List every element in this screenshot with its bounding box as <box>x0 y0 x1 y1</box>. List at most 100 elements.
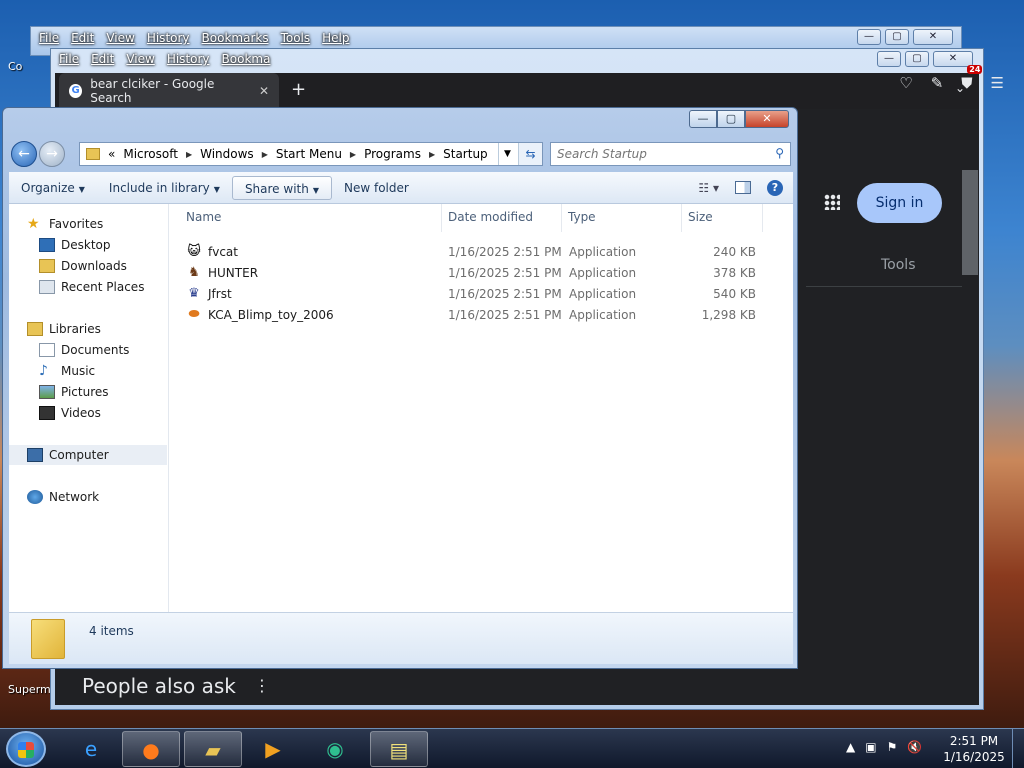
minimize-button[interactable]: — <box>689 110 717 128</box>
windows-logo-icon <box>18 742 34 758</box>
media-player-taskbar-button[interactable]: ▶ <box>244 731 302 767</box>
address-dropdown-icon[interactable]: ▼ <box>498 143 516 165</box>
browser-taskbar-button[interactable]: ◉ <box>306 731 364 767</box>
nav-computer[interactable]: Computer <box>9 445 167 465</box>
menu-history[interactable]: History <box>167 52 210 66</box>
more-options-icon[interactable]: ⋮ <box>254 676 270 695</box>
view-options-icon[interactable]: ☷ ▾ <box>698 181 719 195</box>
network-tray-icon[interactable]: ▣ <box>865 740 876 754</box>
creature-icon: ♛ <box>188 286 200 301</box>
google-apps-icon[interactable] <box>824 194 840 210</box>
chevron-right-icon[interactable]: ▶ <box>262 150 268 159</box>
clock[interactable]: 2:51 PM 1/16/2025 <box>940 733 1008 765</box>
address-bar[interactable]: « Microsoft ▶ Windows ▶ Start Menu ▶ Pro… <box>79 142 543 166</box>
pocket-icon[interactable]: ♡ <box>899 74 912 92</box>
tab-google-search[interactable]: G bear clciker - Google Search ✕ <box>59 73 279 109</box>
table-row[interactable]: ♛ Jfrst 1/16/2025 2:51 PM Application 54… <box>186 284 776 304</box>
table-row[interactable]: ⬬ KCA_Blimp_toy_2006 1/16/2025 2:51 PM A… <box>186 305 776 325</box>
search-input[interactable] <box>551 143 761 165</box>
search-box[interactable]: ⚲ <box>550 142 791 166</box>
minimize-button[interactable]: — <box>857 29 881 45</box>
firefox-taskbar-button[interactable]: ● <box>122 731 180 767</box>
chevron-right-icon[interactable]: ▶ <box>429 150 435 159</box>
column-header-type[interactable]: Type <box>568 210 596 224</box>
menu-tools[interactable]: Tools <box>281 31 311 45</box>
search-icon[interactable]: ⚲ <box>775 146 784 160</box>
volume-muted-icon[interactable]: 🔇 <box>907 740 922 754</box>
nav-label: Music <box>61 364 96 378</box>
breadcrumb-programs[interactable]: Programs <box>364 147 421 161</box>
folder-icon <box>31 619 65 659</box>
ublock-icon[interactable]: ⛊ 24 <box>961 65 983 92</box>
breadcrumb-windows[interactable]: Windows <box>200 147 254 161</box>
tab-close-icon[interactable]: ✕ <box>259 84 269 98</box>
nav-network[interactable]: Network <box>27 487 185 507</box>
menu-history[interactable]: History <box>147 31 190 45</box>
show-desktop-button[interactable] <box>1012 729 1024 768</box>
nav-label: Favorites <box>49 217 104 231</box>
desktop-icon-computer-label[interactable]: Co <box>8 60 22 73</box>
address-root-chevron[interactable]: « <box>108 147 115 161</box>
search-tools-link[interactable]: Tools <box>881 257 916 273</box>
minimize-button[interactable]: — <box>877 51 901 67</box>
forward-button[interactable]: → <box>39 141 65 167</box>
chevron-right-icon[interactable]: ▶ <box>350 150 356 159</box>
close-button[interactable]: ✕ <box>913 29 953 45</box>
maximize-button[interactable]: ▢ <box>885 29 909 45</box>
column-header-name[interactable]: Name <box>186 210 221 224</box>
menu-view[interactable]: View <box>126 52 154 66</box>
menu-hamburger-icon[interactable]: ☰ <box>991 74 1004 92</box>
taskbar: e ● ▰ ▶ ◉ ▤ ▲ ▣ ⚑ 🔇 2:51 PM 1/16/2025 <box>0 728 1024 768</box>
breadcrumb-microsoft[interactable]: Microsoft <box>123 147 178 161</box>
action-center-flag-icon[interactable]: ⚑ <box>887 740 898 754</box>
menu-bookmarks[interactable]: Bookmarks <box>202 31 269 45</box>
breadcrumb-start-menu[interactable]: Start Menu <box>276 147 342 161</box>
column-divider[interactable] <box>561 204 562 232</box>
desktop-icon-supermium-label[interactable]: Superm <box>8 683 51 696</box>
close-button[interactable]: ✕ <box>745 110 789 128</box>
sticky-notes-taskbar-button[interactable]: ▤ <box>370 731 428 767</box>
preview-pane-icon[interactable] <box>735 181 751 194</box>
sign-in-button[interactable]: Sign in <box>857 183 942 223</box>
show-hidden-icons-icon[interactable]: ▲ <box>846 740 855 754</box>
include-in-library-button[interactable]: Include in library ▼ <box>97 176 232 200</box>
column-header-size[interactable]: Size <box>688 210 713 224</box>
maximize-button[interactable]: ▢ <box>905 51 929 67</box>
column-divider[interactable] <box>681 204 682 232</box>
chevron-down-icon: ▼ <box>312 185 319 195</box>
menu-edit[interactable]: Edit <box>71 31 94 45</box>
extensions-icon[interactable]: ✎ <box>931 74 944 92</box>
browser-scrollbar-thumb[interactable] <box>962 170 978 275</box>
menu-edit[interactable]: Edit <box>91 52 114 66</box>
column-header-date-modified[interactable]: Date modified <box>448 210 533 224</box>
menu-help[interactable]: Help <box>322 31 349 45</box>
libraries-icon <box>27 322 43 336</box>
nav-libraries[interactable]: Libraries <box>27 319 185 339</box>
explorer-taskbar-button[interactable]: ▰ <box>184 731 242 767</box>
back-button[interactable]: ← <box>11 141 37 167</box>
internet-explorer-taskbar-button[interactable]: e <box>62 731 120 767</box>
new-folder-button[interactable]: New folder <box>332 176 421 200</box>
breadcrumb-startup[interactable]: Startup <box>443 147 488 161</box>
column-divider[interactable] <box>762 204 763 232</box>
new-tab-button[interactable]: + <box>291 79 306 100</box>
maximize-button[interactable]: ▢ <box>717 110 745 128</box>
menu-file[interactable]: File <box>39 31 59 45</box>
close-button[interactable]: ✕ <box>933 51 973 67</box>
chevron-right-icon[interactable]: ▶ <box>186 150 192 159</box>
menu-view[interactable]: View <box>106 31 134 45</box>
share-with-button[interactable]: Share with ▼ <box>231 175 332 200</box>
table-row[interactable]: ♞ HUNTER 1/16/2025 2:51 PM Application 3… <box>186 263 776 283</box>
refresh-icon[interactable]: ⇆ <box>518 143 542 165</box>
blimp-icon: ⬬ <box>188 307 200 322</box>
menu-file[interactable]: File <box>59 52 79 66</box>
help-icon[interactable]: ? <box>767 179 783 196</box>
explorer-window[interactable]: — ▢ ✕ ← → « Microsoft ▶ Windows ▶ Start … <box>2 107 798 669</box>
start-button[interactable] <box>6 731 46 767</box>
table-row[interactable]: 😺 fvcat 1/16/2025 2:51 PM Application 24… <box>186 242 776 262</box>
nav-favorites[interactable]: ★ Favorites <box>27 214 185 234</box>
menu-bookmarks[interactable]: Bookma <box>222 52 271 66</box>
column-divider[interactable] <box>441 204 442 232</box>
organize-button[interactable]: Organize ▼ <box>9 176 97 200</box>
browser-menu-bar: File Edit View History Bookma <box>59 52 270 66</box>
